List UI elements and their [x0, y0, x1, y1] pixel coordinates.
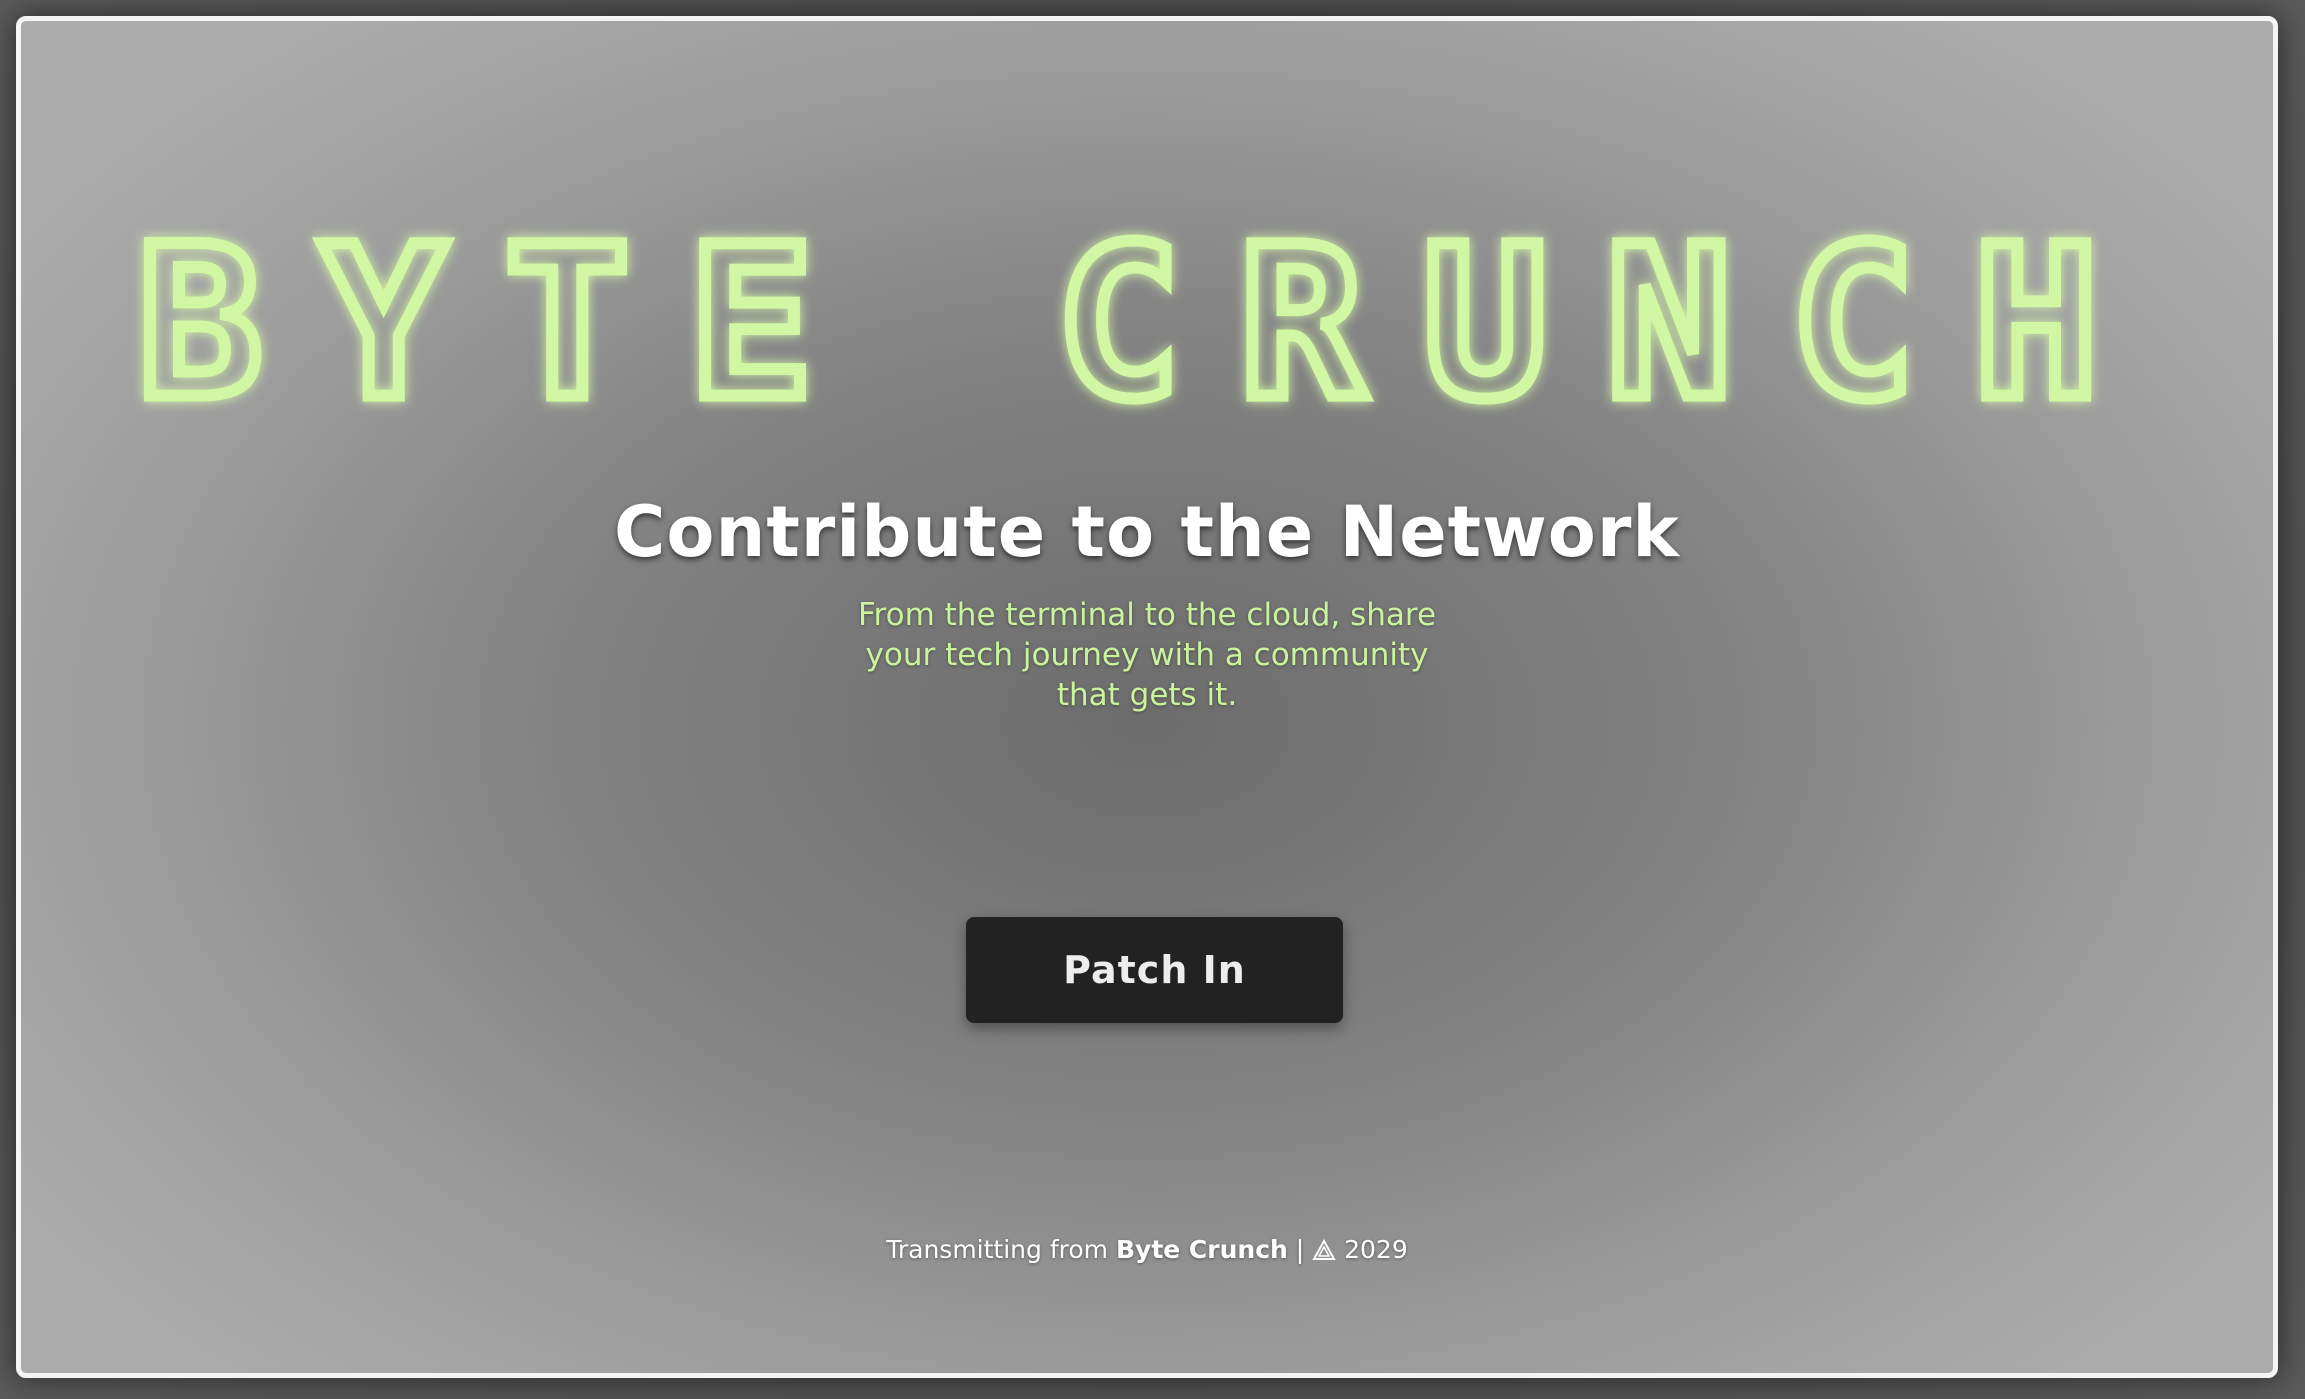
footer-prefix: Transmitting from	[886, 1235, 1116, 1264]
triangle-logo-icon	[1312, 1238, 1336, 1267]
footer: Transmitting from Byte Crunch | 2029	[21, 1235, 2273, 1267]
main-frame: BYTE CRUNCH Contribute to the Network Fr…	[16, 16, 2278, 1378]
page-title: Contribute to the Network	[614, 491, 1680, 573]
footer-separator: |	[1287, 1235, 1313, 1264]
logo-text: BYTE CRUNCH	[137, 203, 2157, 446]
footer-year: 2029	[1344, 1235, 1408, 1264]
byte-crunch-logo: BYTE CRUNCH	[21, 191, 2273, 451]
page-background: BYTE CRUNCH Contribute to the Network Fr…	[0, 0, 2305, 1399]
hero-subtext: From the terminal to the cloud, share yo…	[857, 597, 1437, 713]
footer-brand-name: Byte Crunch	[1115, 1235, 1288, 1264]
logo-svg: BYTE CRUNCH	[131, 197, 2157, 451]
patch-in-button[interactable]: Patch In	[966, 917, 1343, 1023]
